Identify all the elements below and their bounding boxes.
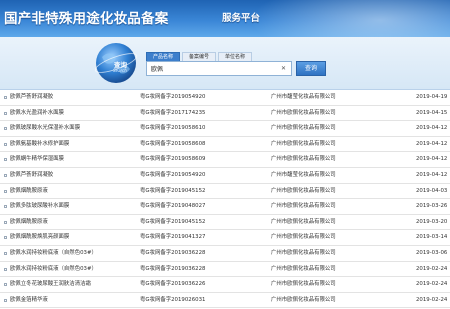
product-name-link[interactable]: 欧佩多肽玻尿酸补水面膜 [10, 199, 69, 215]
search-input[interactable] [146, 61, 292, 76]
record-number: 粤G妆网备字2019058608 [140, 140, 206, 147]
bullet-icon [4, 251, 7, 255]
company-name: 广州市欧佩化妆品有限公司 [271, 265, 336, 272]
search-label-en: Search [113, 68, 127, 73]
close-icon[interactable]: ✕ [281, 64, 286, 73]
record-number: 粤G妆网备字2019041327 [140, 234, 206, 241]
company-name: 广州市欧佩化妆品有限公司 [271, 109, 336, 116]
product-name-link[interactable]: 欧佩水润持妆粉底液（自然色03#） [10, 262, 97, 278]
record-number: 粤G妆网备字2019058609 [140, 156, 206, 163]
bullet-icon [4, 298, 7, 302]
record-number: 粤G妆网备字2019045152 [140, 187, 206, 194]
company-name: 广州市欧佩化妆品有限公司 [271, 125, 336, 132]
bullet-icon [4, 96, 7, 99]
site-subtitle: 服务平台 [222, 13, 261, 24]
record-date: 2019-04-03 [416, 187, 448, 194]
record-number: 粤G妆网备字2019036228 [140, 249, 206, 256]
company-name: 广州市馥莹化妆品有限公司 [271, 171, 336, 178]
product-name-link[interactable]: 欧佩氨基酸补水修护面膜 [10, 137, 69, 153]
list-item[interactable]: 欧佩水润持妆粉底液（自然色03#） 粤G妆网备字2019036228 广州市欧佩化妆… [0, 245, 450, 262]
record-date: 2019-04-12 [416, 171, 448, 178]
record-number: 粤G妆网备字2019036226 [140, 281, 206, 288]
tab-record-number[interactable]: 备案编号 [182, 52, 217, 61]
product-name-link[interactable]: 欧佩水润持妆粉底液（自然色03#） [10, 246, 97, 262]
record-date: 2019-04-12 [416, 156, 448, 163]
tab-product-name[interactable]: 产品名称 [146, 52, 181, 61]
list-item[interactable]: 欧佩芦荟舒润凝胶 粤G妆网备字2019054920 广州市馥莹化妆品有限公司 2019… [0, 90, 450, 106]
company-name: 广州市欧佩化妆品有限公司 [271, 296, 336, 303]
record-number: 粤G妆网备字2019026031 [140, 296, 206, 303]
list-item[interactable]: 欧佩烟酰胺焕肌亮颜面膜 粤G妆网备字2019041327 广州市欧佩化妆品有限公司 2… [0, 230, 450, 246]
bullet-icon [4, 220, 7, 224]
company-name: 广州市欧佩化妆品有限公司 [271, 140, 336, 147]
product-name-link[interactable]: 欧佩烟酰胺原液 [10, 215, 48, 231]
record-date: 2019-03-14 [416, 234, 448, 241]
record-date: 2019-03-26 [416, 203, 448, 210]
company-name: 广州市欧佩化妆品有限公司 [271, 281, 336, 288]
bullet-icon [4, 127, 7, 131]
product-name-link[interactable]: 欧佩烟酰胺原液 [10, 184, 48, 200]
tab-company-name[interactable]: 单位名称 [218, 52, 253, 61]
bullet-icon [4, 142, 7, 146]
record-date: 2019-04-19 [416, 94, 448, 100]
bullet-icon [4, 189, 7, 193]
record-number: 粤G妆网备字2019048027 [140, 203, 206, 210]
company-name: 广州市欧佩化妆品有限公司 [271, 249, 336, 256]
company-name: 广州市欧佩化妆品有限公司 [271, 203, 336, 210]
product-name-link[interactable]: 欧佩玻尿酸水光保湿补水面膜 [10, 121, 80, 137]
company-name: 广州市欧佩化妆品有限公司 [271, 234, 336, 241]
list-item[interactable]: 欧佩烟酰胺原液 粤G妆网备字2019045152 广州市欧佩化妆品有限公司 2019-… [0, 183, 450, 200]
record-number: 粤G妆网备字2019036228 [140, 265, 206, 272]
record-date: 2019-04-12 [416, 125, 448, 132]
search-tabs: 产品名称 备案编号 单位名称 [146, 52, 254, 61]
site-title: 国产非特殊用途化妆品备案 [4, 11, 169, 27]
record-number: 粤G妆网备字2017174235 [140, 109, 206, 116]
record-number: 粤G妆网备字2019054920 [140, 171, 206, 178]
list-item[interactable]: 欧佩玻尿酸水光保湿补水面膜 粤G妆网备字2019058610 广州市欧佩化妆品有限公… [0, 121, 450, 137]
product-name-link[interactable]: 欧佩金箔精华液 [10, 293, 48, 309]
list-item[interactable]: 欧佩立冬花玻尿酸王润肤洁清洁霜 粤G妆网备字2019036226 广州市欧佩化妆品有… [0, 277, 450, 293]
bullet-icon [4, 173, 7, 177]
record-date: 2019-04-15 [416, 109, 448, 116]
record-date: 2019-02-24 [416, 296, 448, 303]
list-item[interactable]: 欧佩烟酰胺原液 粤G妆网备字2019045152 广州市欧佩化妆品有限公司 2019-… [0, 214, 450, 231]
banner-glow [250, 0, 450, 37]
list-item[interactable]: 欧佩水光盈润补水面膜 粤G妆网备字2017174235 广州市欧佩化妆品有限公司 20… [0, 105, 450, 122]
record-number: 粤G妆网备字2019058610 [140, 125, 206, 132]
list-item[interactable]: 欧佩多肽玻尿酸补水面膜 粤G妆网备字2019048027 广州市欧佩化妆品有限公司 2… [0, 199, 450, 215]
company-name: 广州市欧佩化妆品有限公司 [271, 187, 336, 194]
record-date: 2019-02-24 [416, 281, 448, 288]
bullet-icon [4, 267, 7, 271]
list-item[interactable]: 欧佩金箔精华液 粤G妆网备字2019026031 广州市欧佩化妆品有限公司 2019-… [0, 292, 450, 309]
product-name-link[interactable]: 欧佩芦荟舒润凝胶 [10, 90, 53, 106]
header-banner: 国产非特殊用途化妆品备案 服务平台 [0, 0, 450, 37]
product-name-link[interactable]: 欧佩水光盈润补水面膜 [10, 106, 64, 122]
record-number: 粤G妆网备字2019045152 [140, 218, 206, 225]
product-name-link[interactable]: 欧佩芦荟舒润凝胶 [10, 168, 53, 184]
record-date: 2019-02-24 [416, 265, 448, 272]
results-list: 欧佩芦荟舒润凝胶 粤G妆网备字2019054920 广州市馥莹化妆品有限公司 2019… [0, 90, 450, 309]
list-item[interactable]: 欧佩芦荟舒润凝胶 粤G妆网备字2019054920 广州市馥莹化妆品有限公司 2019… [0, 167, 450, 184]
list-item[interactable]: 欧佩氨基酸补水修护面膜 粤G妆网备字2019058608 广州市欧佩化妆品有限公司 2… [0, 136, 450, 153]
search-panel: 查询 Search 产品名称 备案编号 单位名称 ✕ 查询 [0, 37, 450, 90]
company-name: 广州市馥莹化妆品有限公司 [271, 94, 336, 100]
bullet-icon [4, 236, 7, 240]
query-button[interactable]: 查询 [296, 61, 326, 76]
company-name: 广州市欧佩化妆品有限公司 [271, 156, 336, 163]
record-date: 2019-04-12 [416, 140, 448, 147]
list-item[interactable]: 欧佩蜗牛精华保湿面膜 粤G妆网备字2019058609 广州市欧佩化妆品有限公司 20… [0, 152, 450, 168]
record-date: 2019-03-06 [416, 249, 448, 256]
list-item[interactable]: 欧佩水润持妆粉底液（自然色03#） 粤G妆网备字2019036228 广州市欧佩化妆… [0, 261, 450, 278]
bullet-icon [4, 283, 7, 287]
record-date: 2019-03-20 [416, 218, 448, 225]
company-name: 广州市欧佩化妆品有限公司 [271, 218, 336, 225]
product-name-link[interactable]: 欧佩蜗牛精华保湿面膜 [10, 152, 64, 168]
record-number: 粤G妆网备字2019054920 [140, 94, 206, 100]
bullet-icon [4, 158, 7, 162]
product-name-link[interactable]: 欧佩烟酰胺焕肌亮颜面膜 [10, 230, 69, 246]
bullet-icon [4, 111, 7, 115]
bullet-icon [4, 205, 7, 209]
product-name-link[interactable]: 欧佩立冬花玻尿酸王润肤洁清洁霜 [10, 277, 91, 293]
